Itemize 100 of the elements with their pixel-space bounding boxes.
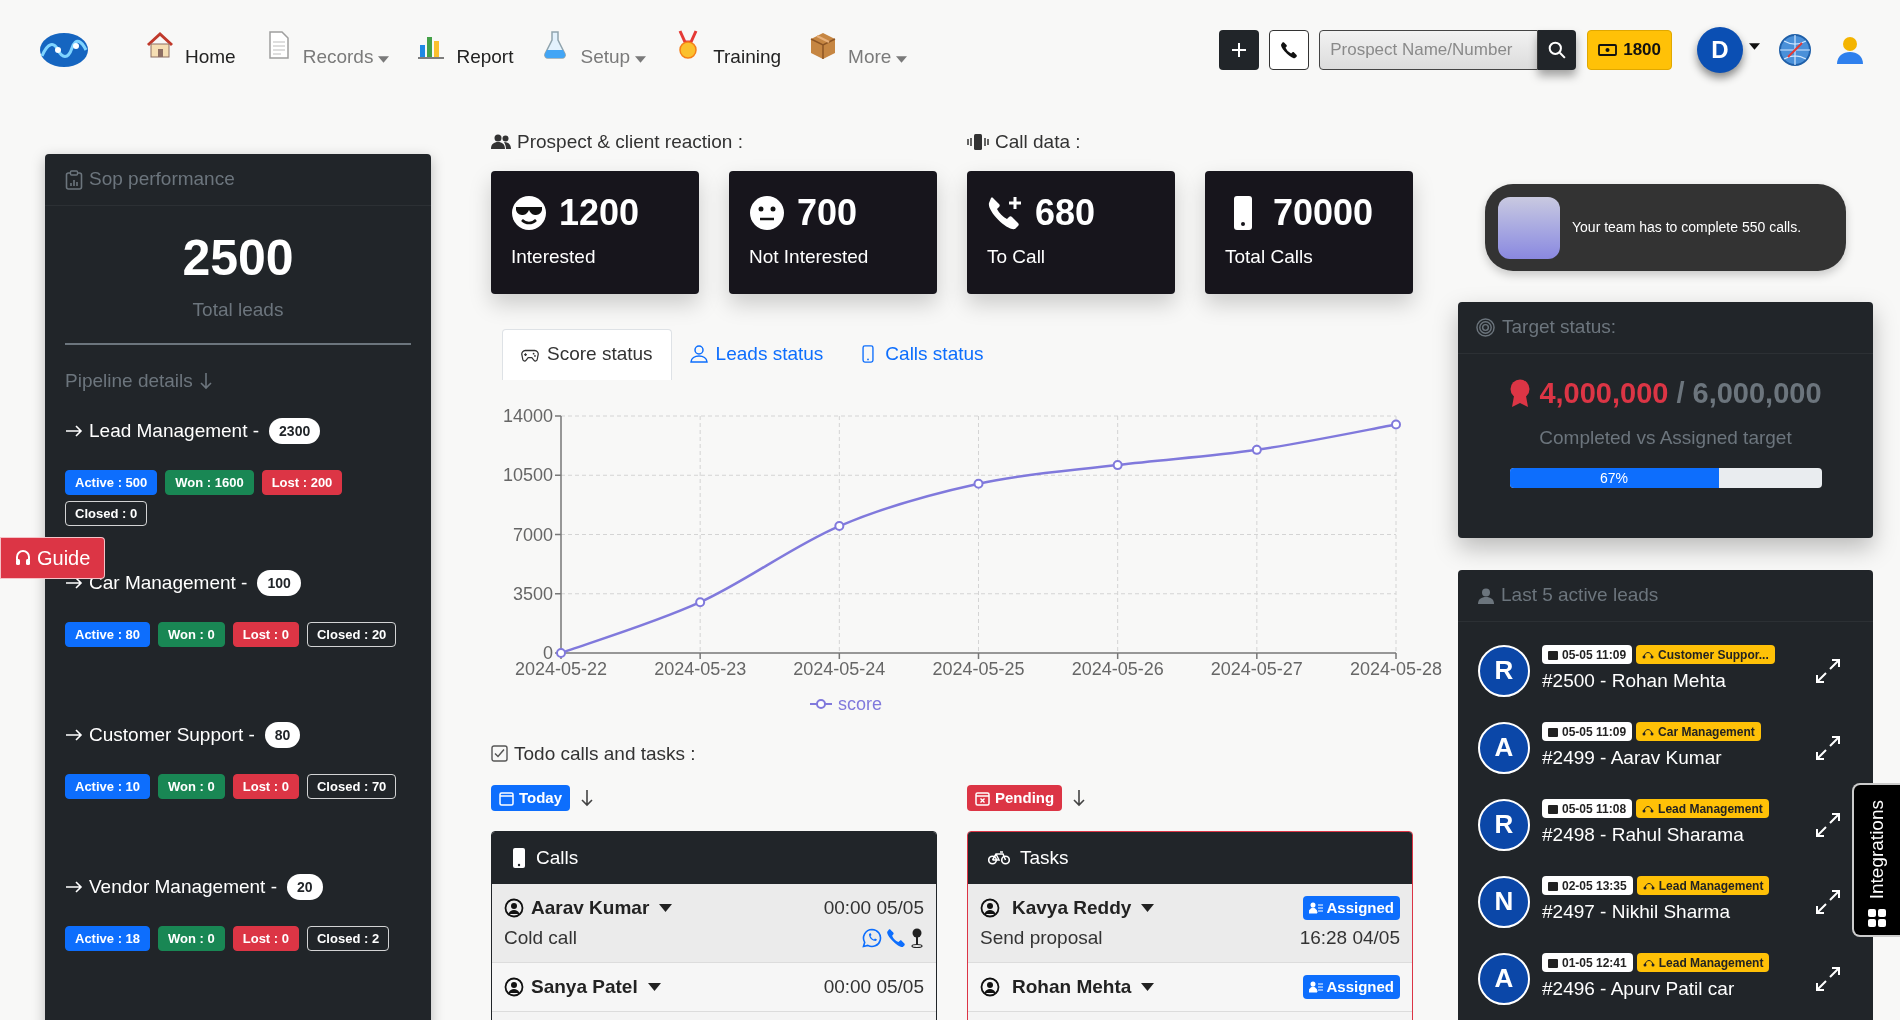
caret-icon [896,56,908,63]
stat-label: Total Calls [1225,244,1314,269]
contact-name: Rohan Mehta [1012,974,1132,999]
stat-value: 1200 [559,192,640,233]
calendar-icon [1548,880,1558,891]
globe-icon [1778,33,1812,67]
arrow-right-icon [65,576,83,591]
arrow-right-icon [65,424,83,439]
legend-marker [809,698,833,709]
expand-icon [1815,657,1841,684]
headset-icon [15,549,31,567]
call-type: Cold call [504,925,577,950]
nav-link[interactable]: More [807,29,908,71]
phone-plus-icon [987,194,1023,231]
expand-icon [1815,734,1841,761]
mobile-phone-icon [512,848,526,868]
axis-label: 2024-05-23 [654,658,747,679]
route-icon [1642,958,1655,967]
user-list-icon [1309,981,1324,993]
pipeline-name: Vendor Management - [89,875,277,899]
nav-link[interactable]: Setup [539,29,647,71]
badge-label: Assigned [1326,897,1394,918]
user-circle-icon [504,977,524,997]
section-heading: Call data : [995,130,1081,154]
tab[interactable]: Calls status [841,328,1002,380]
credits-button[interactable]: 1800 [1587,30,1672,70]
lead-row[interactable]: R 05-05 11:09 Customer Suppor... #2500 - Rohan Mehta [1458,632,1849,709]
status-badge: Won : 1600 [165,469,254,495]
profile-menu[interactable]: D [1697,27,1760,73]
badge-label: Assigned [1326,976,1394,997]
nav-link[interactable]: Training [672,29,782,71]
data-point [834,520,845,531]
caret-icon [1141,983,1155,991]
caret-icon [659,904,673,912]
sunglasses-face-icon [511,194,547,231]
house-icon [144,29,176,61]
tab[interactable]: Leads status [671,328,842,380]
user-icon [1834,34,1866,66]
data-point [1251,444,1262,455]
section-heading: Todo calls and tasks : [514,741,696,766]
calendar-icon [1548,957,1558,968]
lead-row[interactable]: N 02-05 13:35 Lead Management #2497 - Nikhil Sharma [1458,863,1849,940]
lead-row[interactable]: A 05-05 11:09 Car Management #2499 - Aarav Kumar [1458,709,1849,786]
filter-button[interactable]: Today [491,785,571,811]
data-point [1391,418,1401,429]
nav-link[interactable]: Report [415,29,514,71]
calendar-icon [499,790,514,806]
add-button[interactable] [1219,30,1260,70]
user-list-icon [1309,902,1324,914]
axis-label: 3500 [512,583,553,604]
avatar: R [1478,798,1530,851]
badge-label: 02-05 13:35 [1562,877,1627,895]
award-icon [1509,378,1532,409]
search-field[interactable]: Prospect Name/Number [1319,30,1539,70]
assigned-value: / 6,000,000 [1676,376,1822,411]
total-value: 2500 [181,230,295,286]
lead-name: #2499 - Aarav Kumar [1542,746,1723,771]
card-title: Last 5 active leads [1501,583,1659,608]
tab[interactable]: Score status [502,328,672,380]
badge-label: Car Management [1658,723,1755,741]
call-button[interactable] [1269,30,1310,70]
target-caption: Completed vs Assigned target [1538,425,1793,450]
axis-label: 14000 [502,405,553,426]
contact-name: Kavya Reddy [1012,895,1132,920]
plus-icon [1231,42,1248,58]
stat-label: Not Interested [749,244,870,269]
lead-row[interactable]: R 05-05 11:08 Lead Management #2498 - Rahul Sharama [1458,786,1849,863]
route-icon [1642,804,1655,813]
integrations-tab[interactable]: Integrations [1852,783,1900,937]
search-button[interactable] [1538,30,1577,70]
tab-label: Integrations [1864,799,1888,899]
vibrating-phone-icon [967,134,989,151]
status-badge: Lost : 200 [261,469,343,495]
status-badge: Active : 10 [65,773,151,799]
stat-label: Interested [511,244,597,269]
badge-label: Lead Management [1658,877,1764,895]
stat-value: 70000 [1273,192,1374,233]
badge-label: Customer Suppor... [1658,646,1769,664]
count-badge: 100 [257,570,301,597]
people-icon [491,134,511,151]
completed-value: 4,000,000 [1539,376,1669,411]
card-title: Calls [536,845,579,870]
arrow-down-icon [580,789,595,807]
user-circle-icon [980,898,1000,918]
nav-link[interactable]: Home [144,29,236,71]
count-badge: 80 [264,722,301,749]
stat-value: 700 [797,192,858,233]
axis-label: 7000 [512,524,553,544]
call-time: 00:00 05/05 [823,895,924,920]
nav-link[interactable]: Records [261,29,390,71]
panel-title: Sop performance [89,167,235,192]
filter-button[interactable]: Pending [967,785,1063,811]
data-point [556,647,566,658]
avatar: A [1478,952,1530,1005]
caret-icon [647,983,661,991]
status-badge: Lost : 0 [232,925,299,951]
guide-button[interactable]: Guide [0,537,106,579]
expand-icon [1815,965,1841,992]
lead-row[interactable]: A 01-05 12:41 Lead Management #2496 - Apurv Patil car [1458,940,1849,1017]
data-point [973,478,984,489]
